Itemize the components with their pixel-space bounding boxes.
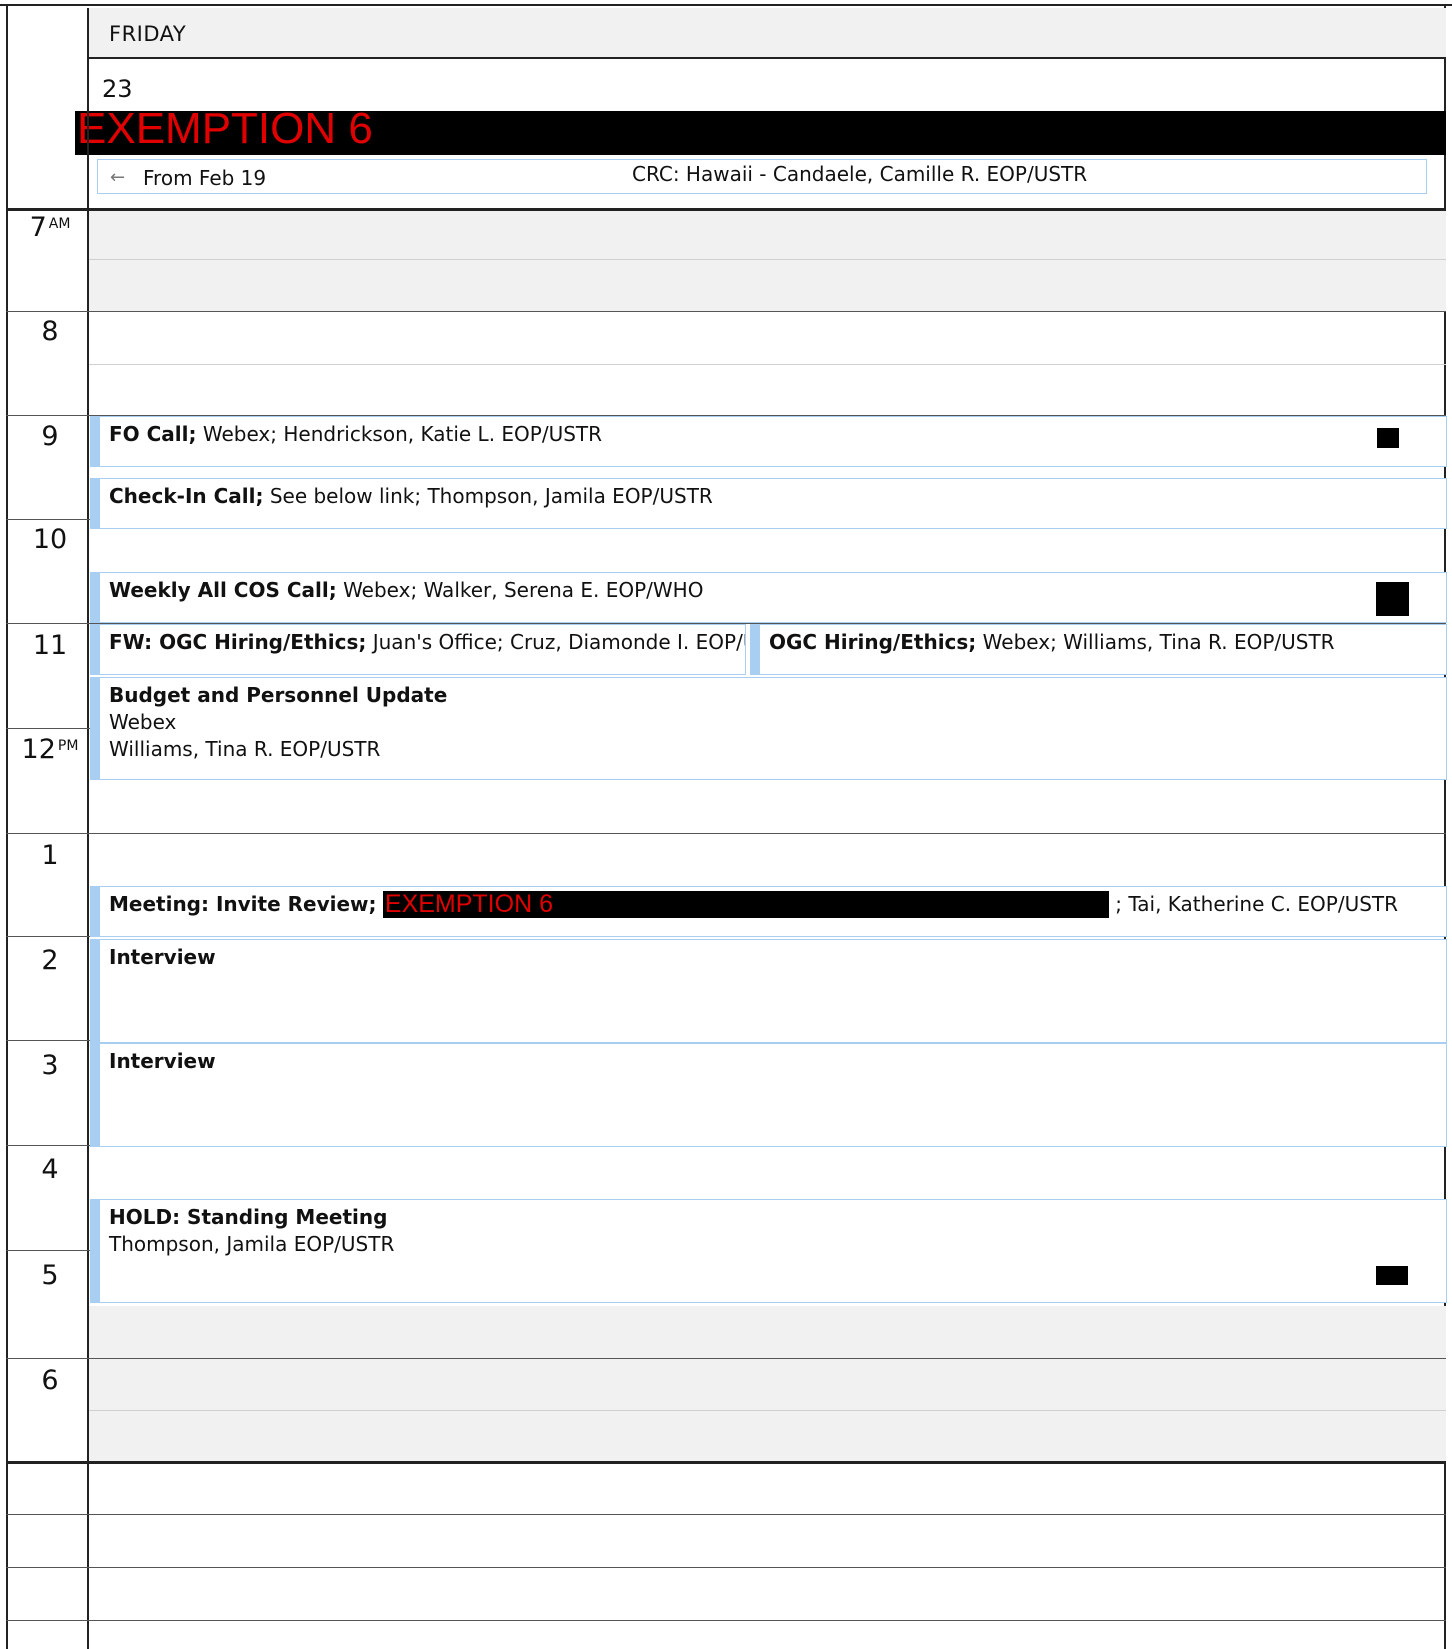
event-interview[interactable]: Interview xyxy=(90,939,1447,1043)
header-gutter-line xyxy=(87,59,89,211)
half-hour-line xyxy=(89,259,1446,260)
event-details: Webex; Williams, Tina R. EOP/USTR xyxy=(976,630,1335,654)
event-title: HOLD: Standing Meeting xyxy=(109,1205,388,1229)
event-details: ; Tai, Katherine C. EOP/USTR xyxy=(1115,892,1399,916)
event-interview[interactable]: Interview xyxy=(90,1043,1447,1147)
event-title: FO Call; xyxy=(109,422,197,446)
event-checkin-call[interactable]: Check-In Call; See below link; Thompson,… xyxy=(90,478,1447,529)
recurring-icon xyxy=(1376,582,1409,616)
allday-event-title: CRC: Hawaii - Candaele, Camille R. EOP/U… xyxy=(632,162,1088,186)
hour-label-9: 9 xyxy=(41,421,59,452)
event-details: Webex; Hendrickson, Katie L. EOP/USTR xyxy=(196,422,603,446)
hour-label-1: 1 xyxy=(41,840,59,871)
hour-label-5: 5 xyxy=(41,1260,59,1291)
event-title: OGC Hiring/Ethics; xyxy=(769,630,977,654)
event-title: FW: OGC Hiring/Ethics; xyxy=(109,630,367,654)
day-end-divider xyxy=(6,1461,1446,1464)
hour-label-6: 6 xyxy=(41,1365,59,1396)
event-fo-call[interactable]: FO Call; Webex; Hendrickson, Katie L. EO… xyxy=(90,416,1447,467)
recurring-icon xyxy=(1376,1266,1408,1285)
event-title: Weekly All COS Call; xyxy=(109,578,337,602)
footer-line xyxy=(6,1620,1446,1621)
event-title: Meeting: Invite Review; xyxy=(109,892,377,916)
footer-line xyxy=(6,1567,1446,1568)
half-hour-line xyxy=(89,1410,1446,1411)
hour-label-7: 7 AM xyxy=(29,212,71,243)
event-location: Webex xyxy=(109,710,177,734)
recurring-icon xyxy=(1377,428,1399,448)
arrow-left-icon: ← xyxy=(110,167,126,188)
hour-line xyxy=(6,1358,1446,1359)
event-title: Interview xyxy=(109,1049,216,1073)
hour-label-11: 11 xyxy=(32,630,68,661)
event-details: Juan's Office; Cruz, Diamonde I. EOP/UST… xyxy=(372,630,745,654)
event-hold-standing-meeting[interactable]: HOLD: Standing Meeting Thompson, Jamila … xyxy=(90,1199,1447,1303)
event-title: Check-In Call; xyxy=(109,484,264,508)
event-details: See below link; Thompson, Jamila EOP/UST… xyxy=(263,484,713,508)
offhours-slot[interactable] xyxy=(89,1362,1446,1461)
day-name: FRIDAY xyxy=(109,22,187,46)
event-organizer: Thompson, Jamila EOP/USTR xyxy=(109,1232,395,1256)
event-ogc-hiring[interactable]: OGC Hiring/Ethics; Webex; Williams, Tina… xyxy=(750,624,1447,675)
hour-label-3: 3 xyxy=(41,1050,59,1081)
day-number[interactable]: 23 xyxy=(102,75,133,103)
event-title: Budget and Personnel Update xyxy=(109,683,448,707)
day-header-bar xyxy=(87,8,1446,59)
event-invite-review[interactable]: Meeting: Invite Review; EXEMPTION 6 ; Ta… xyxy=(90,886,1447,937)
event-details: Webex; Walker, Serena E. EOP/WHO xyxy=(336,578,704,602)
event-title: Interview xyxy=(109,945,216,969)
hour-line xyxy=(6,311,1446,312)
half-hour-line xyxy=(89,364,1446,365)
event-budget-personnel[interactable]: Budget and Personnel Update Webex Willia… xyxy=(90,677,1447,780)
hour-label-12: 12 PM xyxy=(21,734,79,765)
redaction-label: EXEMPTION 6 xyxy=(77,104,373,153)
event-organizer: Williams, Tina R. EOP/USTR xyxy=(109,737,381,761)
hour-label-8: 8 xyxy=(41,316,59,347)
offhours-slot[interactable] xyxy=(89,211,1446,311)
hour-line xyxy=(6,833,1446,834)
hour-label-2: 2 xyxy=(41,945,59,976)
hour-label-4: 4 xyxy=(41,1154,59,1185)
event-fw-ogc-hiring[interactable]: FW: OGC Hiring/Ethics; Juan's Office; Cr… xyxy=(90,624,746,675)
redaction-label: EXEMPTION 6 xyxy=(382,891,1109,918)
time-gutter-line xyxy=(87,211,89,1649)
hour-label-10: 10 xyxy=(32,524,68,555)
footer-line xyxy=(6,1514,1446,1515)
allday-from-label: From Feb 19 xyxy=(143,166,267,190)
event-weekly-cos-call[interactable]: Weekly All COS Call; Webex; Walker, Sere… xyxy=(90,572,1447,623)
